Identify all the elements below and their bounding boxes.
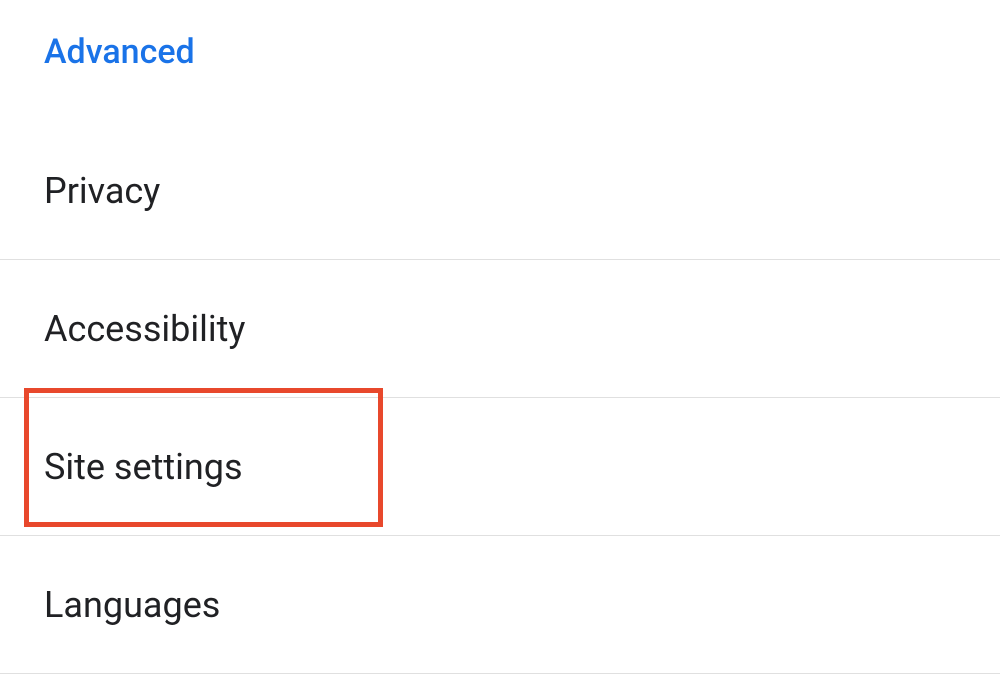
menu-item-label: Languages <box>44 584 220 626</box>
menu-item-privacy[interactable]: Privacy <box>0 122 1000 260</box>
settings-advanced-section: Advanced Privacy Accessibility Site sett… <box>0 0 1000 681</box>
menu-item-site-settings[interactable]: Site settings <box>0 398 1000 536</box>
menu-item-label: Site settings <box>44 446 243 488</box>
menu-item-languages[interactable]: Languages <box>0 536 1000 674</box>
menu-item-accessibility[interactable]: Accessibility <box>0 260 1000 398</box>
menu-item-label: Privacy <box>44 170 160 212</box>
section-header-advanced: Advanced <box>0 0 1000 122</box>
menu-item-label: Accessibility <box>44 308 245 350</box>
